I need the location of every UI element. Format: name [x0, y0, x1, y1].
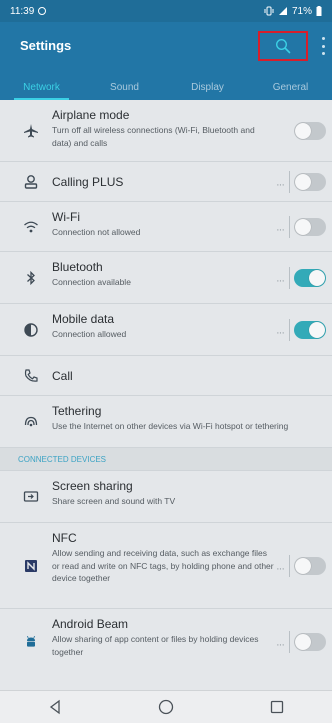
setting-text: Calling PLUS: [52, 175, 276, 189]
setting-screen-sharing[interactable]: Screen sharing Share screen and sound wi…: [0, 471, 332, 523]
setting-airplane-mode[interactable]: Airplane mode Turn off all wireless conn…: [0, 100, 332, 162]
setting-label: Tethering: [52, 404, 102, 418]
airplane-mode-toggle[interactable]: [294, 121, 326, 140]
setting-text: Screen sharing Share screen and sound wi…: [52, 479, 276, 508]
home-button[interactable]: [146, 695, 186, 719]
setting-description: Connection not allowed: [52, 227, 141, 237]
tab-general[interactable]: General: [249, 74, 332, 100]
divider: [289, 170, 290, 193]
more-options-icon[interactable]: [322, 37, 326, 55]
search-button[interactable]: [258, 31, 308, 61]
section-header-connected-devices: CONNECTED DEVICES: [0, 448, 332, 471]
divider: [289, 266, 290, 289]
setting-calling-plus[interactable]: Calling PLUS ···: [0, 162, 332, 202]
divider: [289, 215, 290, 238]
setting-text: NFC Allow sending and receiving data, su…: [52, 531, 276, 585]
mobile-data-toggle[interactable]: [294, 320, 326, 339]
back-icon: [50, 699, 60, 715]
android-beam-icon: [22, 633, 40, 651]
calling-plus-icon: [22, 173, 40, 191]
status-right: 71%: [264, 6, 322, 17]
more-settings-icon[interactable]: ···: [276, 224, 285, 236]
setting-description: Connection allowed: [52, 329, 127, 339]
divider: [289, 554, 290, 577]
setting-description: Allow sharing of app content or files by…: [52, 634, 259, 657]
setting-bluetooth[interactable]: Bluetooth Connection available ···: [0, 252, 332, 304]
navigation-bar: [0, 690, 332, 723]
setting-text: Mobile data Connection allowed: [52, 312, 276, 341]
battery-icon: [316, 6, 322, 16]
call-icon: [22, 367, 40, 385]
bluetooth-icon: [22, 269, 40, 287]
airplane-icon: [22, 122, 40, 140]
setting-description: Connection available: [52, 277, 131, 287]
setting-text: Wi-Fi Connection not allowed: [52, 210, 276, 239]
page-title: Settings: [20, 38, 72, 53]
more-settings-icon[interactable]: ···: [276, 179, 285, 191]
setting-description: Allow sending and receiving data, such a…: [52, 548, 274, 583]
settings-list: Airplane mode Turn off all wireless conn…: [0, 100, 332, 675]
setting-android-beam[interactable]: Android Beam Allow sharing of app conten…: [0, 609, 332, 675]
tab-display[interactable]: Display: [166, 74, 249, 100]
more-settings-icon[interactable]: ···: [276, 639, 285, 651]
bluetooth-toggle[interactable]: [294, 268, 326, 287]
home-icon: [158, 699, 174, 715]
setting-label: NFC: [52, 531, 77, 545]
nfc-toggle[interactable]: [294, 556, 326, 575]
mobile-data-icon: [22, 321, 40, 339]
setting-label: Screen sharing: [52, 479, 133, 493]
tab-bar: Network Sound Display General: [0, 74, 332, 100]
divider: [289, 631, 290, 653]
setting-wifi[interactable]: Wi-Fi Connection not allowed ···: [0, 202, 332, 252]
setting-label: Wi-Fi: [52, 210, 80, 224]
setting-label: Airplane mode: [52, 108, 130, 122]
nfc-icon: [22, 557, 40, 575]
setting-label: Call: [52, 369, 73, 383]
screen-sharing-icon: [22, 488, 40, 506]
vibrate-icon: [264, 6, 274, 16]
battery-percent: 71%: [291, 5, 312, 17]
status-bar: 11:39 71%: [0, 0, 332, 22]
wifi-toggle[interactable]: [294, 217, 326, 236]
setting-tethering[interactable]: Tethering Use the Internet on other devi…: [0, 396, 332, 448]
setting-label: Calling PLUS: [52, 175, 124, 189]
tethering-icon: [22, 413, 40, 431]
setting-text: Bluetooth Connection available: [52, 260, 276, 289]
clock: 11:39: [10, 5, 35, 17]
back-button[interactable]: [35, 695, 75, 719]
setting-label: Mobile data: [52, 312, 115, 326]
signal-icon: [278, 7, 287, 15]
more-settings-icon[interactable]: ···: [276, 327, 285, 339]
setting-text: Tethering Use the Internet on other devi…: [52, 404, 326, 433]
setting-description: Turn off all wireless connections (Wi-Fi…: [52, 125, 255, 148]
setting-call[interactable]: Call: [0, 356, 332, 396]
setting-label: Bluetooth: [52, 260, 103, 274]
tab-sound[interactable]: Sound: [83, 74, 166, 100]
setting-description: Use the Internet on other devices via Wi…: [52, 421, 289, 431]
app-header: Settings Network Sound Display General: [0, 22, 332, 100]
notification-icon: [38, 7, 47, 15]
setting-label: Android Beam: [52, 617, 129, 631]
search-icon: [275, 38, 291, 54]
setting-text: Android Beam Allow sharing of app conten…: [52, 617, 276, 658]
divider: [289, 318, 290, 341]
wifi-icon: [22, 218, 40, 236]
recent-apps-button[interactable]: [257, 695, 297, 719]
setting-mobile-data[interactable]: Mobile data Connection allowed ···: [0, 304, 332, 356]
setting-text: Airplane mode Turn off all wireless conn…: [52, 108, 276, 149]
android-beam-toggle[interactable]: [294, 633, 326, 651]
more-settings-icon[interactable]: ···: [276, 563, 285, 575]
setting-text: Call: [52, 369, 276, 383]
status-left: 11:39: [10, 5, 47, 17]
setting-description: Share screen and sound with TV: [52, 496, 176, 506]
setting-nfc[interactable]: NFC Allow sending and receiving data, su…: [0, 523, 332, 609]
more-settings-icon[interactable]: ···: [276, 275, 285, 287]
recent-apps-icon: [270, 700, 283, 714]
calling-plus-toggle[interactable]: [294, 172, 326, 191]
tab-network[interactable]: Network: [0, 74, 83, 100]
